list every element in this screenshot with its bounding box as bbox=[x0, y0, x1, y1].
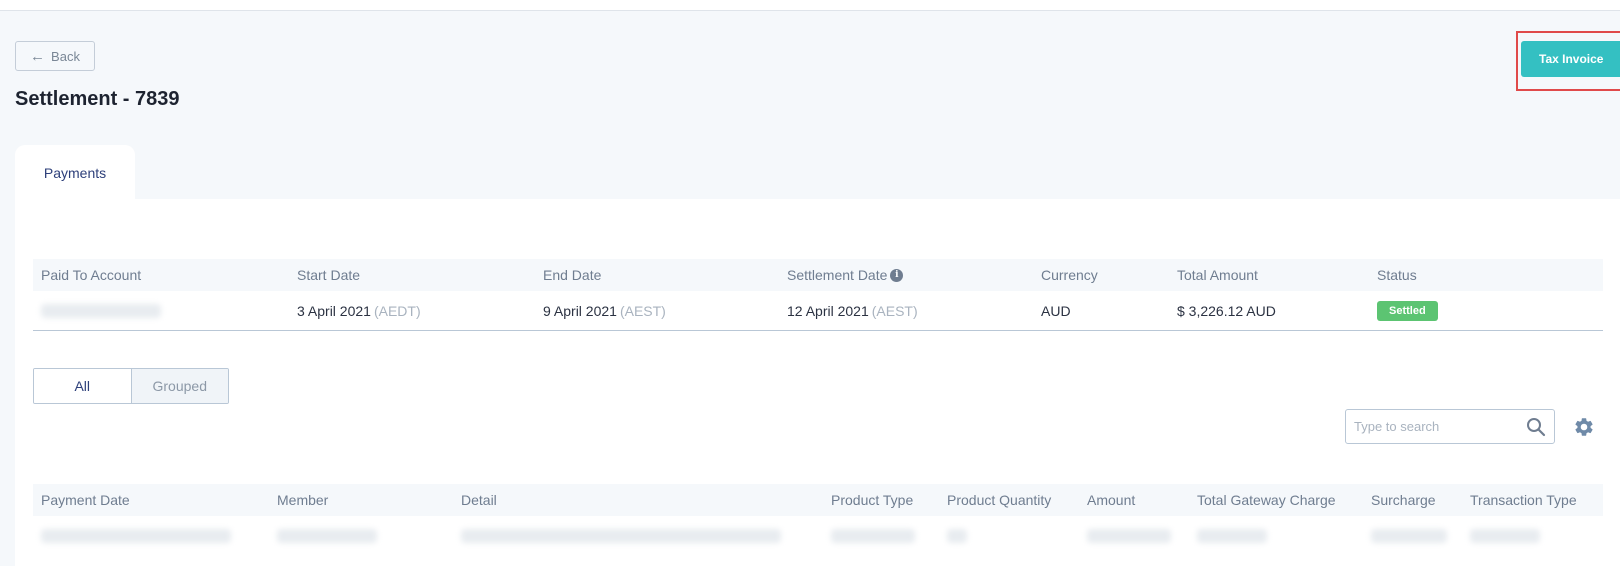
redacted-cell bbox=[1087, 516, 1171, 556]
redacted-cell bbox=[1371, 516, 1447, 556]
back-label: Back bbox=[51, 48, 80, 64]
page-title: Settlement - 7839 bbox=[15, 88, 180, 110]
settlement-summary-table: Paid To Account Start Date End Date Sett… bbox=[33, 259, 1603, 331]
start-date-cell: 3 April 2021 (AEDT) bbox=[297, 291, 421, 330]
end-tz: (AEST) bbox=[619, 302, 666, 319]
col-start-date: Start Date bbox=[297, 267, 361, 283]
col-total-gateway-charge[interactable]: Total Gateway Charge bbox=[1197, 484, 1336, 516]
top-bar bbox=[0, 0, 1620, 11]
redacted-cell bbox=[1197, 516, 1267, 556]
col-transaction-type[interactable]: Transaction Type bbox=[1470, 484, 1577, 516]
summary-header-row: Paid To Account Start Date End Date Sett… bbox=[33, 259, 1603, 291]
col-status: Status bbox=[1377, 267, 1417, 283]
gear-icon[interactable] bbox=[1573, 416, 1595, 438]
col-product-quantity[interactable]: Product Quantity bbox=[947, 484, 1051, 516]
table-row[interactable] bbox=[33, 516, 1603, 556]
summary-row: 3 April 2021 (AEDT) 9 April 2021 (AEST) … bbox=[33, 291, 1603, 331]
toggle-grouped-button[interactable]: Grouped bbox=[131, 369, 228, 403]
redacted-cell bbox=[461, 516, 781, 556]
col-surcharge[interactable]: Surcharge bbox=[1371, 484, 1436, 516]
search-box bbox=[1345, 409, 1555, 444]
col-currency: Currency bbox=[1041, 267, 1098, 283]
redacted-cell bbox=[1470, 516, 1540, 556]
col-total-amount: Total Amount bbox=[1177, 267, 1258, 283]
settlement-date: 12 April 2021 bbox=[787, 302, 869, 319]
start-date: 3 April 2021 bbox=[297, 302, 371, 319]
col-settlement-date-label: Settlement Date bbox=[787, 267, 888, 283]
back-button[interactable]: ← Back bbox=[15, 41, 95, 71]
tax-invoice-button[interactable]: Tax Invoice bbox=[1521, 41, 1620, 77]
redacted-cell bbox=[41, 516, 231, 556]
arrow-left-icon: ← bbox=[30, 47, 46, 65]
tab-payments[interactable]: Payments bbox=[15, 145, 135, 200]
payments-header-row: Payment Date Member Detail Product Type … bbox=[33, 484, 1603, 516]
status-cell: Settled bbox=[1377, 291, 1438, 330]
paid-to-account-redacted bbox=[41, 291, 161, 330]
col-settlement-date: Settlement Date i bbox=[787, 259, 904, 291]
search-input[interactable] bbox=[1346, 410, 1516, 443]
status-badge: Settled bbox=[1377, 300, 1438, 321]
redacted-cell bbox=[947, 516, 967, 556]
toggle-all-button[interactable]: All bbox=[34, 369, 132, 403]
info-icon[interactable]: i bbox=[890, 268, 904, 282]
col-payment-date[interactable]: Payment Date bbox=[41, 484, 130, 516]
end-date-cell: 9 April 2021 (AEST) bbox=[543, 291, 666, 330]
col-product-type[interactable]: Product Type bbox=[831, 484, 913, 516]
redacted-cell bbox=[277, 516, 377, 556]
settlement-tz: (AEST) bbox=[871, 302, 918, 319]
settlement-date-cell: 12 April 2021 (AEST) bbox=[787, 291, 918, 330]
total-amount-cell: $ 3,226.12 AUD bbox=[1177, 302, 1276, 319]
start-tz: (AEDT) bbox=[373, 302, 421, 319]
search-icon[interactable] bbox=[1526, 417, 1546, 437]
col-detail[interactable]: Detail bbox=[461, 484, 497, 516]
end-date: 9 April 2021 bbox=[543, 302, 617, 319]
col-member[interactable]: Member bbox=[277, 484, 328, 516]
payments-table: Payment Date Member Detail Product Type … bbox=[33, 484, 1603, 556]
col-end-date: End Date bbox=[543, 267, 602, 283]
view-toggle: All Grouped bbox=[33, 368, 229, 404]
redacted-cell bbox=[831, 516, 915, 556]
currency-cell: AUD bbox=[1041, 302, 1071, 319]
col-paid-to-account: Paid To Account bbox=[41, 267, 142, 283]
col-amount[interactable]: Amount bbox=[1087, 484, 1135, 516]
